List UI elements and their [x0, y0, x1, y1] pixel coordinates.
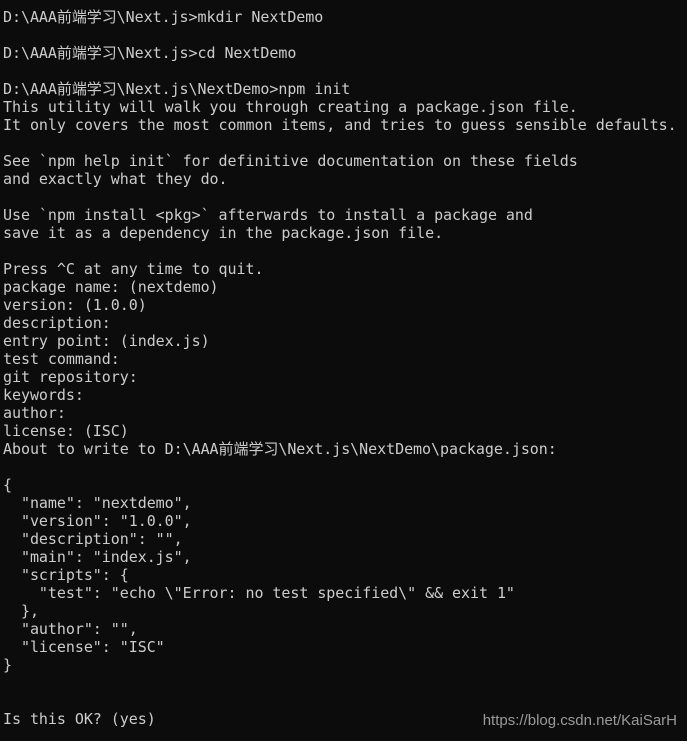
terminal-line: About to write to D:\AAA前端学习\Next.js\Nex… [3, 440, 557, 458]
terminal-line: keywords: [3, 386, 84, 404]
terminal-line: test command: [3, 350, 120, 368]
terminal-line: D:\AAA前端学习\Next.js>mkdir NextDemo [3, 8, 324, 26]
terminal-line: Press ^C at any time to quit. [3, 260, 264, 278]
terminal-line: entry point: (index.js) [3, 332, 210, 350]
terminal-line: package name: (nextdemo) [3, 278, 219, 296]
terminal-line: D:\AAA前端学习\Next.js\NextDemo>npm init [3, 80, 351, 98]
terminal-line: { [3, 476, 12, 494]
terminal-line: It only covers the most common items, an… [3, 116, 677, 134]
terminal-line: "author": "", [3, 620, 138, 638]
terminal-line: "main": "index.js", [3, 548, 192, 566]
terminal-line: This utility will walk you through creat… [3, 98, 578, 116]
terminal-line: "description": "", [3, 530, 183, 548]
terminal-line: description: [3, 314, 111, 332]
terminal-line: author: [3, 404, 66, 422]
terminal-line: } [3, 656, 12, 674]
terminal-line: }, [3, 602, 39, 620]
terminal-line: license: (ISC) [3, 422, 129, 440]
terminal-output[interactable]: D:\AAA前端学习\Next.js>mkdir NextDemo D:\AAA前… [3, 8, 687, 728]
terminal-line: "scripts": { [3, 566, 129, 584]
terminal-line: "test": "echo \"Error: no test specified… [3, 584, 515, 602]
terminal-line: save it as a dependency in the package.j… [3, 224, 444, 242]
terminal-line: version: (1.0.0) [3, 296, 147, 314]
terminal-line: "name": "nextdemo", [3, 494, 192, 512]
watermark: https://blog.csdn.net/KaiSarH [482, 712, 677, 729]
terminal-line: Use `npm install <pkg>` afterwards to in… [3, 206, 533, 224]
terminal-line: and exactly what they do. [3, 170, 228, 188]
terminal-line: "version": "1.0.0", [3, 512, 192, 530]
terminal-line: D:\AAA前端学习\Next.js>cd NextDemo [3, 44, 297, 62]
terminal-line: See `npm help init` for definitive docum… [3, 152, 578, 170]
terminal-line: git repository: [3, 368, 138, 386]
terminal-line: "license": "ISC" [3, 638, 165, 656]
